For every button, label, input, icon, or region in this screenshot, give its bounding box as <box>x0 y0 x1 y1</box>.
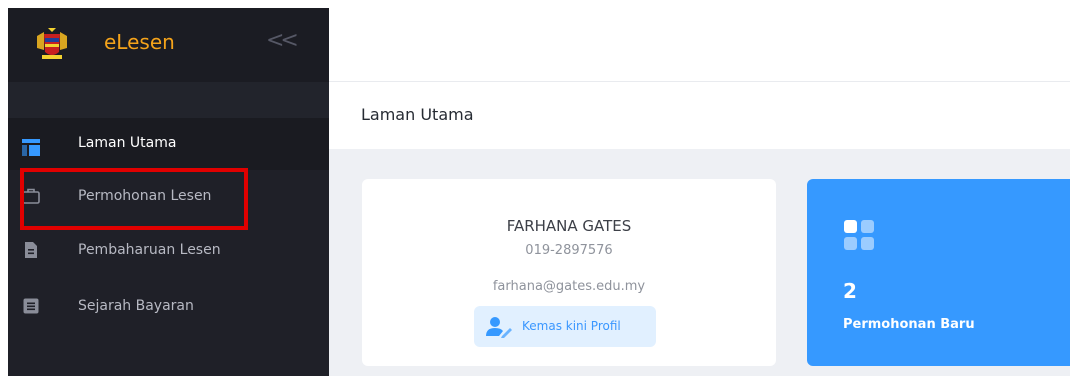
stat-label: Permohonan Baru <box>843 317 975 332</box>
profile-card: FARHANA GATES 019-2897576 farhana@gates.… <box>362 179 776 366</box>
sidebar-item-label: Pembaharuan Lesen <box>78 242 221 258</box>
sidebar-item-label: Sejarah Bayaran <box>78 298 194 314</box>
sidebar-item-laman-utama[interactable]: Laman Utama <box>8 118 329 170</box>
update-profile-label: Kemas kini Profil <box>522 319 621 333</box>
sidebar-spacer <box>8 82 329 118</box>
apps-grid-icon <box>844 220 874 250</box>
page-title: Laman Utama <box>361 105 474 124</box>
brand-name[interactable]: eLesen <box>104 30 175 54</box>
profile-phone: 019-2897576 <box>525 243 613 258</box>
user-edit-icon <box>486 317 512 338</box>
sidebar-item-label: Laman Utama <box>78 135 177 151</box>
stat-value: 2 <box>843 279 857 303</box>
sidebar-item-sejarah-bayaran[interactable]: Sejarah Bayaran <box>8 280 329 332</box>
top-bar <box>329 8 1070 82</box>
page-header: Laman Utama <box>329 83 1070 149</box>
profile-email: farhana@gates.edu.my <box>492 279 646 294</box>
file-icon <box>25 242 37 258</box>
collapse-sidebar-icon[interactable]: << <box>266 28 299 53</box>
sidebar-item-pembaharuan-lesen[interactable]: Pembaharuan Lesen <box>8 224 329 276</box>
dashboard-icon <box>22 139 40 156</box>
profile-name: FARHANA GATES <box>506 217 632 235</box>
highlight-box <box>20 168 248 230</box>
crest-logo-icon <box>37 28 67 59</box>
stat-card-permohonan-baru[interactable]: 2 Permohonan Baru <box>807 179 1070 366</box>
list-icon <box>23 298 39 314</box>
main-content: FARHANA GATES 019-2897576 farhana@gates.… <box>329 149 1070 376</box>
brand-header: eLesen << <box>8 8 329 82</box>
update-profile-button[interactable]: Kemas kini Profil <box>474 306 656 347</box>
